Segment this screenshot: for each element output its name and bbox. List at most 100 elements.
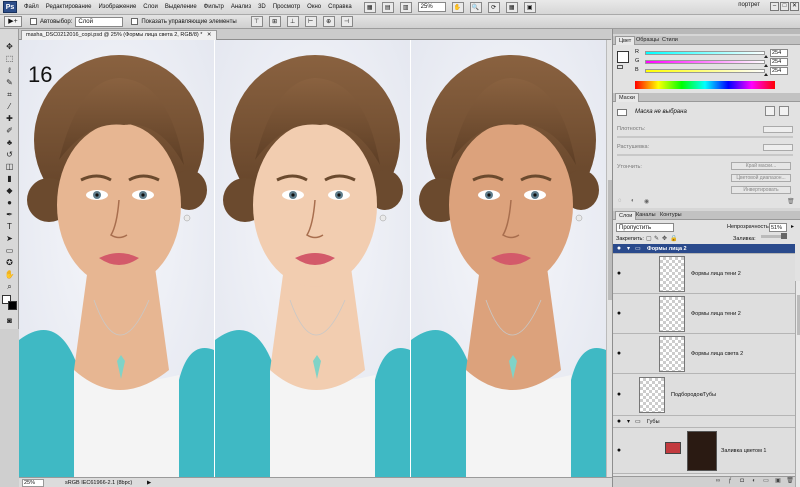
- color-range-button[interactable]: Цветовой диапазон...: [731, 174, 791, 182]
- feather-field[interactable]: [763, 144, 793, 151]
- zoom-tool-icon[interactable]: ⌕: [3, 281, 16, 292]
- color-slider-value[interactable]: 254: [770, 67, 788, 75]
- layers-scrollbar[interactable]: [795, 281, 800, 487]
- tab-channels[interactable]: Каналы: [633, 211, 659, 220]
- rotate-view-icon[interactable]: ⟳: [487, 1, 500, 13]
- eyedropper-tool-icon[interactable]: ⁄: [3, 101, 16, 112]
- align-left-icon[interactable]: ⊢: [304, 16, 317, 27]
- tab-paths[interactable]: Контуры: [657, 211, 685, 220]
- layer-row-group-lips[interactable]: ● ▾ ▭ Губы: [613, 416, 795, 428]
- invert-button[interactable]: Инвертировать: [731, 186, 791, 194]
- align-right-icon[interactable]: ⊣: [340, 16, 353, 27]
- menu-analysis[interactable]: Анализ: [231, 4, 251, 10]
- tool-preset-picker[interactable]: ▶+: [4, 16, 22, 27]
- opacity-field[interactable]: 51%: [769, 223, 787, 232]
- clone-stamp-tool-icon[interactable]: ♣: [3, 137, 16, 148]
- zoom-tool-icon[interactable]: 🔍: [469, 1, 482, 13]
- visibility-eye-icon[interactable]: ●: [615, 350, 623, 358]
- color-slider-thumb[interactable]: [764, 73, 768, 76]
- minimize-button[interactable]: –: [770, 2, 779, 11]
- bridge-icon[interactable]: ▦: [363, 1, 376, 13]
- menu-3d[interactable]: 3D: [258, 4, 266, 10]
- group-expand-arrow-icon[interactable]: ▾: [627, 418, 630, 425]
- autoselect-target-select[interactable]: Слой: [75, 16, 124, 27]
- fill-color-swatch[interactable]: [665, 442, 681, 454]
- menu-help[interactable]: Справка: [328, 4, 352, 10]
- link-layers-icon[interactable]: ∞: [713, 477, 723, 485]
- document-canvas[interactable]: 16: [19, 40, 606, 477]
- menu-window[interactable]: Окно: [307, 4, 321, 10]
- add-mask-icon[interactable]: ◘: [737, 477, 747, 485]
- view-extras-icon[interactable]: ▥: [399, 1, 412, 13]
- dock-grip[interactable]: [613, 29, 800, 34]
- arrange-documents-icon[interactable]: ▦: [505, 1, 518, 13]
- color-slider-b[interactable]: B 254: [635, 67, 799, 76]
- color-slider-value[interactable]: 254: [770, 58, 788, 66]
- menu-select[interactable]: Выделение: [165, 4, 197, 10]
- menu-view[interactable]: Просмотр: [273, 4, 300, 10]
- layer-style-icon[interactable]: ƒ: [725, 477, 735, 485]
- adjustment-layer-icon[interactable]: ◐: [749, 477, 759, 485]
- marquee-tool-icon[interactable]: ⬚: [3, 53, 16, 64]
- color-slider-r[interactable]: R 254: [635, 49, 799, 58]
- group-expand-arrow-icon[interactable]: ▾: [627, 245, 630, 252]
- align-middle-icon[interactable]: ⊞: [268, 16, 281, 27]
- tab-styles[interactable]: Стили: [659, 36, 681, 45]
- screen-mode-icon[interactable]: ▣: [523, 1, 536, 13]
- crop-tool-icon[interactable]: ⌗: [3, 89, 16, 100]
- delete-layer-icon[interactable]: 🗑: [785, 477, 795, 485]
- add-vector-mask-button[interactable]: [779, 106, 789, 116]
- shape-tool-icon[interactable]: ▭: [3, 245, 16, 256]
- foreground-color-chip[interactable]: [617, 51, 629, 63]
- pen-tool-icon[interactable]: ✒: [3, 209, 16, 220]
- color-slider-track[interactable]: [645, 60, 768, 67]
- close-tab-icon[interactable]: ✕: [207, 32, 212, 38]
- align-top-icon[interactable]: ⊤: [250, 16, 263, 27]
- new-group-icon[interactable]: ▭: [761, 477, 771, 485]
- fill-slider[interactable]: [761, 233, 787, 239]
- autoselect-checkbox[interactable]: [30, 18, 37, 25]
- move-tool-icon[interactable]: ✥: [3, 41, 16, 52]
- document-tab[interactable]: masha_DSC0212016_copi.psd @ 25% (Формы л…: [21, 30, 217, 40]
- visibility-eye-icon[interactable]: ●: [615, 418, 623, 426]
- hand-tool-icon[interactable]: ✋: [451, 1, 464, 13]
- dodge-tool-icon[interactable]: ●: [3, 197, 16, 208]
- visibility-eye-icon[interactable]: ●: [615, 245, 623, 253]
- color-slider-g[interactable]: G 254: [635, 58, 799, 67]
- apply-mask-icon[interactable]: ◐: [631, 198, 635, 204]
- delete-mask-icon[interactable]: 🗑: [787, 198, 795, 205]
- visibility-eye-icon[interactable]: ●: [615, 447, 623, 455]
- lock-pixels-icon[interactable]: ✎: [654, 235, 659, 242]
- layer-row-face-shadows-2[interactable]: ● Формы лица тени 2: [613, 294, 795, 334]
- layer-row-group-face-shapes[interactable]: ● ▾ ▭ Формы лица 2: [613, 244, 795, 254]
- healing-brush-tool-icon[interactable]: ✚: [3, 113, 16, 124]
- status-menu-arrow-icon[interactable]: ▶: [147, 479, 151, 487]
- quick-mask-icon[interactable]: ◙: [3, 315, 16, 326]
- tab-swatches[interactable]: Образцы: [633, 36, 662, 45]
- align-center-icon[interactable]: ⊕: [322, 16, 335, 27]
- visibility-eye-icon[interactable]: ●: [615, 310, 623, 318]
- add-pixel-mask-button[interactable]: [765, 106, 775, 116]
- feather-slider[interactable]: [617, 154, 793, 156]
- color-slider-track[interactable]: [645, 51, 768, 58]
- status-zoom-field[interactable]: 25%: [22, 479, 44, 487]
- density-field[interactable]: [763, 126, 793, 133]
- type-tool-icon[interactable]: T: [3, 221, 16, 232]
- close-button[interactable]: ✕: [790, 2, 799, 11]
- lock-position-icon[interactable]: ✥: [662, 235, 667, 242]
- menu-image[interactable]: Изображение: [98, 4, 136, 10]
- fill-slider-thumb[interactable]: [781, 233, 787, 239]
- lock-transparency-icon[interactable]: ▢: [646, 235, 652, 242]
- layer-row-face-lights[interactable]: ● Формы лица света 2: [613, 334, 795, 374]
- brush-tool-icon[interactable]: ✐: [3, 125, 16, 136]
- tab-masks[interactable]: Маски: [615, 93, 639, 102]
- visibility-eye-icon[interactable]: ●: [615, 391, 623, 399]
- menu-filter[interactable]: Фильтр: [204, 4, 224, 10]
- blur-tool-icon[interactable]: ◆: [3, 185, 16, 196]
- color-slider-value[interactable]: 254: [770, 49, 788, 57]
- color-spectrum-ramp[interactable]: [635, 81, 775, 89]
- visibility-eye-icon[interactable]: ●: [615, 270, 623, 278]
- opacity-slider-arrow-icon[interactable]: ▸: [791, 223, 794, 230]
- background-color-swatch[interactable]: [8, 301, 17, 310]
- layer-row-face-shadows-1[interactable]: ● Формы лица тени 2: [613, 254, 795, 294]
